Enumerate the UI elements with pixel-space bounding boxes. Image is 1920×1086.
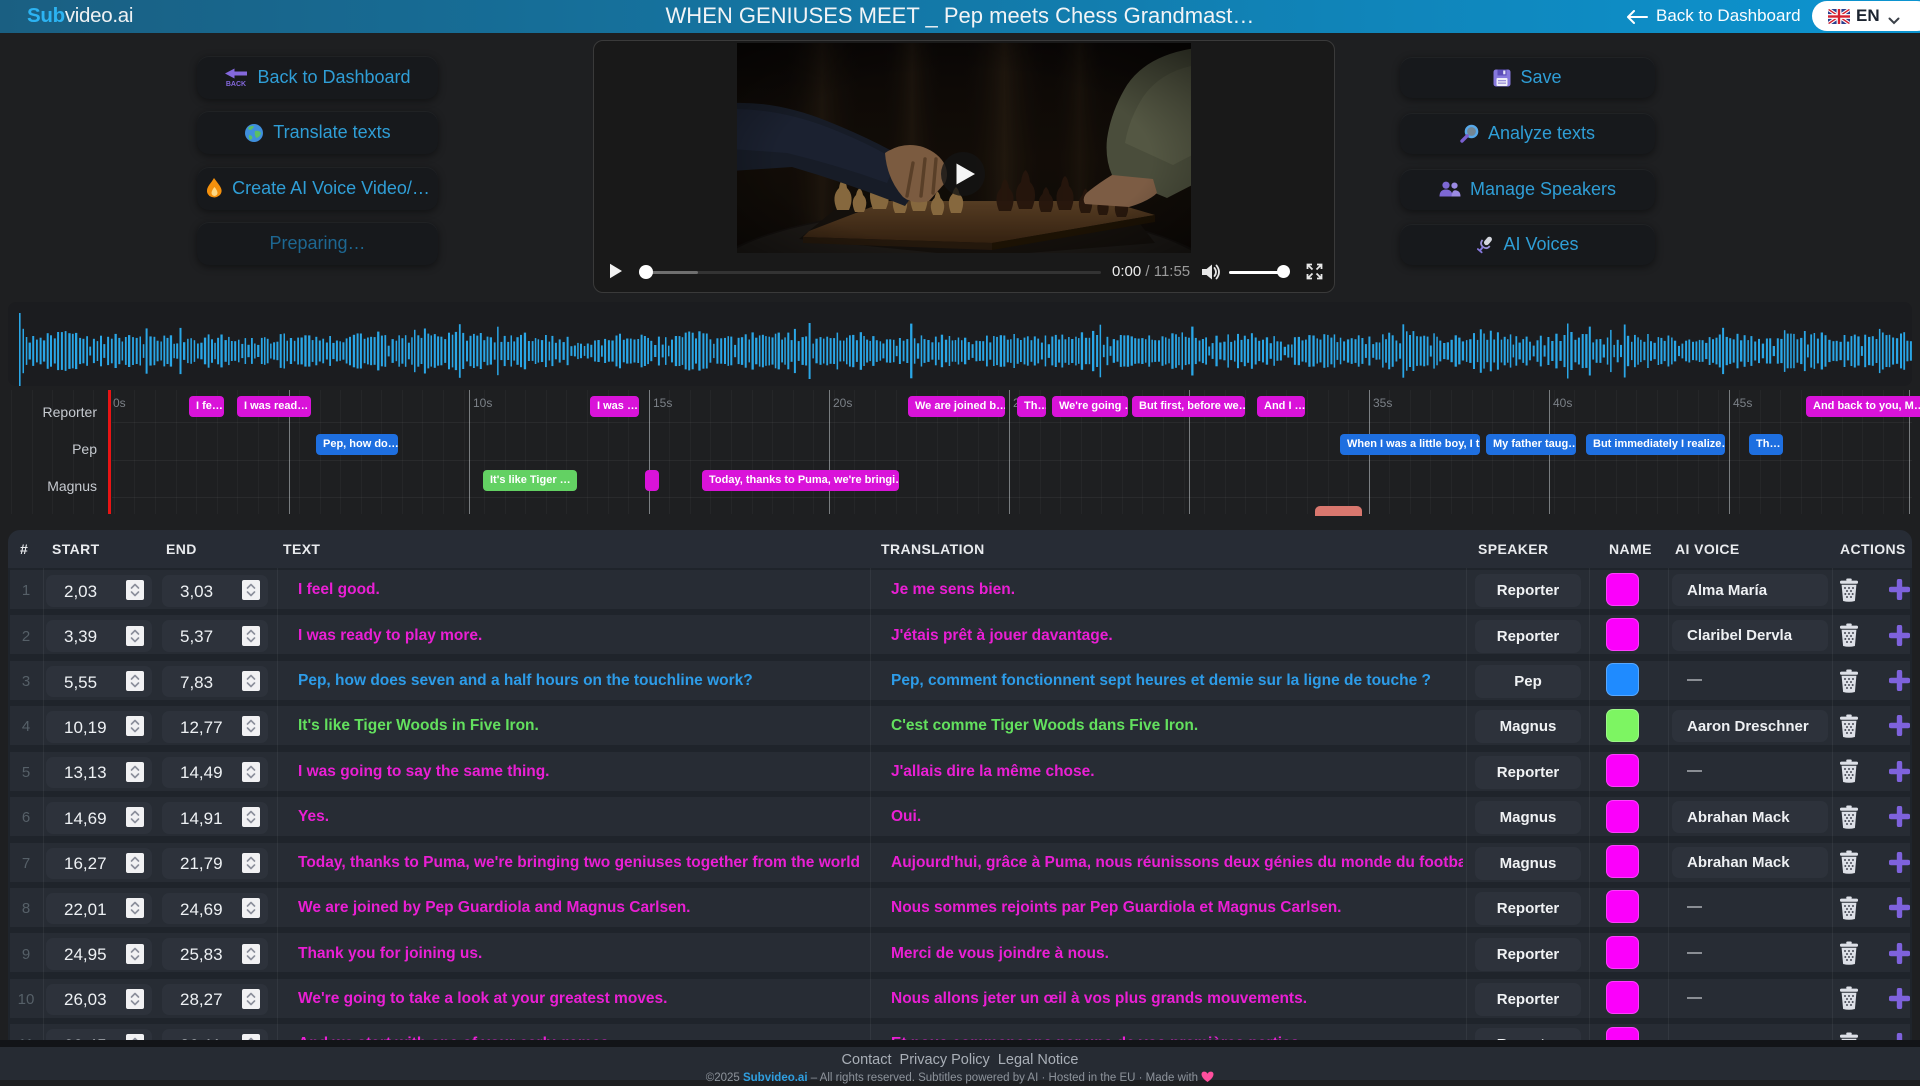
svg-text:BACK: BACK [226,81,246,87]
